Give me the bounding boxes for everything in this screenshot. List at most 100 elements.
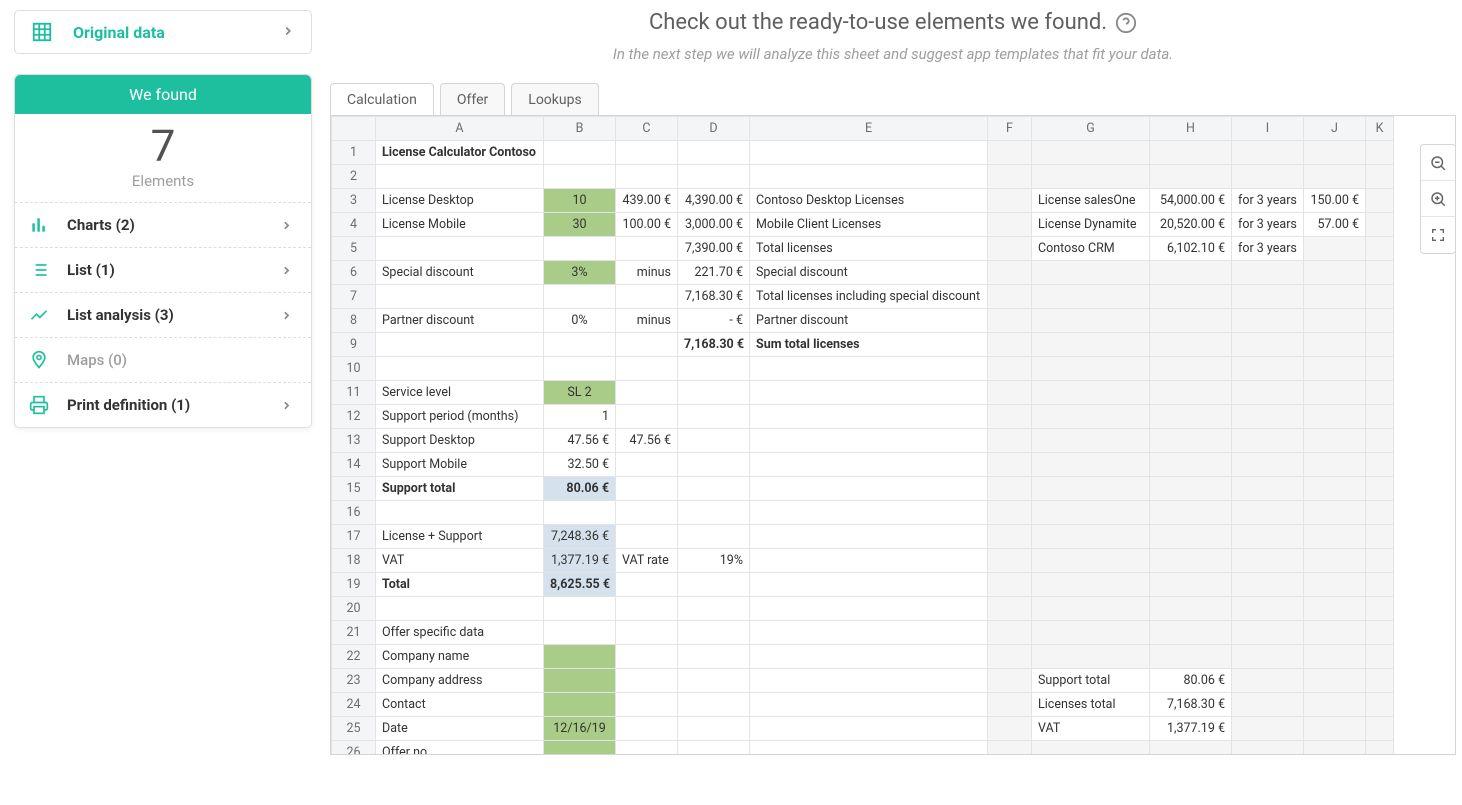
cell[interactable] — [616, 477, 678, 501]
cell[interactable] — [616, 573, 678, 597]
cell[interactable] — [544, 357, 616, 381]
cell[interactable] — [988, 261, 1032, 285]
row-number[interactable]: 7 — [332, 285, 376, 309]
cell[interactable] — [1032, 333, 1150, 357]
cell[interactable] — [1232, 549, 1304, 573]
cell[interactable] — [1304, 549, 1366, 573]
cell[interactable] — [678, 405, 750, 429]
cell[interactable]: License salesOne — [1032, 189, 1150, 213]
row-number[interactable]: 13 — [332, 429, 376, 453]
cell[interactable]: 12/16/19 — [544, 717, 616, 741]
cell[interactable] — [678, 165, 750, 189]
cell[interactable] — [750, 597, 988, 621]
cell[interactable] — [750, 645, 988, 669]
column-header[interactable]: D — [678, 117, 750, 141]
cell[interactable] — [1150, 549, 1232, 573]
row-number[interactable]: 4 — [332, 213, 376, 237]
cell[interactable] — [988, 669, 1032, 693]
cell[interactable] — [616, 669, 678, 693]
cell[interactable] — [544, 165, 616, 189]
cell[interactable]: for 3 years — [1232, 237, 1304, 261]
cell[interactable] — [1232, 597, 1304, 621]
cell[interactable] — [988, 141, 1032, 165]
cell[interactable]: 6,102.10 € — [1150, 237, 1232, 261]
cell[interactable] — [678, 357, 750, 381]
cell[interactable] — [988, 477, 1032, 501]
cell[interactable] — [988, 741, 1032, 756]
cell[interactable] — [1150, 573, 1232, 597]
cell[interactable] — [1232, 453, 1304, 477]
cell[interactable]: Support Mobile — [376, 453, 544, 477]
cell[interactable] — [1232, 717, 1304, 741]
cell[interactable]: 150.00 € — [1304, 189, 1366, 213]
row-number[interactable]: 10 — [332, 357, 376, 381]
cell[interactable]: 10 — [544, 189, 616, 213]
cell[interactable] — [678, 597, 750, 621]
cell[interactable] — [616, 237, 678, 261]
cell[interactable] — [988, 333, 1032, 357]
cell[interactable] — [544, 333, 616, 357]
column-header[interactable]: A — [376, 117, 544, 141]
row-number[interactable]: 17 — [332, 525, 376, 549]
cell[interactable]: 80.06 € — [544, 477, 616, 501]
column-header[interactable]: E — [750, 117, 988, 141]
cell[interactable] — [1366, 453, 1394, 477]
cell[interactable] — [1304, 477, 1366, 501]
cell[interactable]: Total — [376, 573, 544, 597]
cell[interactable] — [1232, 285, 1304, 309]
cell[interactable] — [544, 237, 616, 261]
cell[interactable] — [678, 429, 750, 453]
cell[interactable]: Total licenses including special discoun… — [750, 285, 988, 309]
cell[interactable]: Contoso CRM — [1032, 237, 1150, 261]
cell[interactable] — [750, 381, 988, 405]
cell[interactable] — [988, 357, 1032, 381]
cell[interactable] — [1032, 381, 1150, 405]
cell[interactable] — [750, 141, 988, 165]
cell[interactable]: Mobile Client Licenses — [750, 213, 988, 237]
cell[interactable] — [1366, 165, 1394, 189]
row-number[interactable]: 23 — [332, 669, 376, 693]
cell[interactable]: for 3 years — [1232, 213, 1304, 237]
column-header[interactable]: F — [988, 117, 1032, 141]
cell[interactable] — [1366, 141, 1394, 165]
cell[interactable] — [1366, 741, 1394, 756]
cell[interactable] — [1032, 261, 1150, 285]
cell[interactable] — [544, 693, 616, 717]
cell[interactable]: License + Support — [376, 525, 544, 549]
cell[interactable] — [376, 333, 544, 357]
cell[interactable] — [1232, 741, 1304, 756]
cell[interactable] — [616, 621, 678, 645]
row-number[interactable]: 21 — [332, 621, 376, 645]
column-header[interactable]: C — [616, 117, 678, 141]
row-number[interactable]: 8 — [332, 309, 376, 333]
cell[interactable] — [544, 621, 616, 645]
cell[interactable] — [1150, 165, 1232, 189]
cell[interactable] — [988, 165, 1032, 189]
cell[interactable]: 7,390.00 € — [678, 237, 750, 261]
cell[interactable] — [1232, 141, 1304, 165]
cell[interactable] — [750, 429, 988, 453]
cell[interactable] — [1366, 309, 1394, 333]
cell[interactable] — [1150, 429, 1232, 453]
cell[interactable] — [1032, 453, 1150, 477]
cell[interactable] — [750, 357, 988, 381]
cell[interactable] — [678, 381, 750, 405]
cell[interactable] — [1032, 645, 1150, 669]
cell[interactable]: VAT rate — [616, 549, 678, 573]
cell[interactable] — [616, 285, 678, 309]
cell[interactable] — [678, 693, 750, 717]
cell[interactable] — [1032, 429, 1150, 453]
row-number[interactable]: 1 — [332, 141, 376, 165]
cell[interactable] — [678, 141, 750, 165]
cell[interactable] — [988, 429, 1032, 453]
cell[interactable] — [750, 621, 988, 645]
cell[interactable]: 30 — [544, 213, 616, 237]
cell[interactable]: 1,377.19 € — [1150, 717, 1232, 741]
cell[interactable] — [1150, 405, 1232, 429]
cell[interactable] — [988, 189, 1032, 213]
cell[interactable] — [750, 405, 988, 429]
cell[interactable] — [678, 717, 750, 741]
cell[interactable] — [1304, 429, 1366, 453]
cell[interactable] — [1232, 429, 1304, 453]
cell[interactable] — [750, 453, 988, 477]
